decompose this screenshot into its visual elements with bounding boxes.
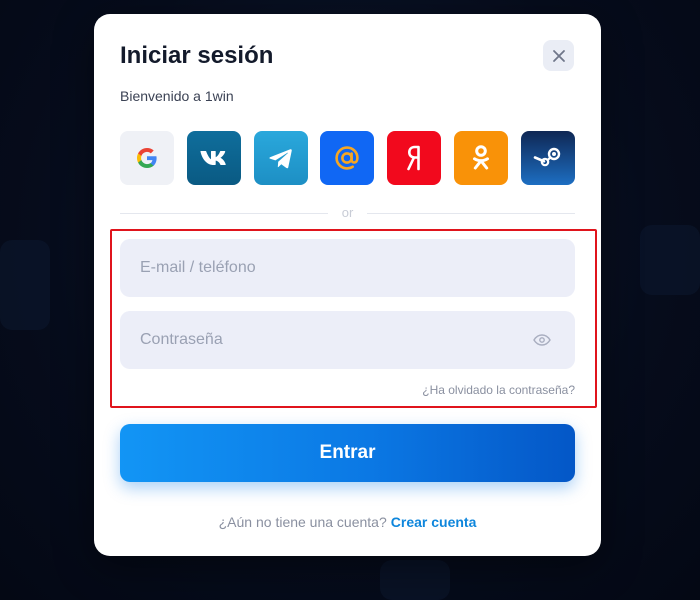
social-login-telegram[interactable] [253,131,308,185]
steam-icon [533,147,561,167]
forgot-password-link[interactable]: ¿Ha olvidado la contraseña? [422,383,575,397]
social-login-yandex[interactable] [387,131,442,185]
login-modal: Iniciar sesión Bienvenido a 1win or E-ma… [94,14,601,556]
yandex-icon [407,145,421,171]
background-shape [0,240,50,330]
email-phone-input[interactable] [120,239,575,297]
google-icon [137,148,157,168]
create-account-link[interactable]: Crear cuenta [391,514,477,530]
vk-icon [200,151,226,165]
social-login-odnoklassniki[interactable] [454,131,509,185]
close-button[interactable] [543,40,574,71]
password-input[interactable] [120,311,575,369]
at-icon [335,146,360,170]
or-divider: or [120,204,575,224]
password-visibility-toggle[interactable] [531,329,553,351]
telegram-icon [269,149,292,169]
background-shape [380,560,450,600]
register-prompt-text: ¿Aún no tiene una cuenta? [218,514,387,530]
ok-icon [473,145,490,170]
social-login-mail[interactable] [320,131,375,185]
close-icon [552,49,565,62]
register-prompt: ¿Aún no tiene una cuenta? Crear cuenta [94,514,601,530]
eye-icon [533,334,551,346]
social-login-row [120,131,575,185]
login-submit-button[interactable]: Entrar [120,424,575,482]
page-title: Iniciar sesión [120,42,274,69]
social-login-steam[interactable] [520,131,575,185]
social-login-google[interactable] [120,131,174,185]
divider-line [367,213,575,214]
welcome-subtitle: Bienvenido a 1win [120,88,234,104]
social-login-vk[interactable] [186,131,241,185]
background-shape [640,225,700,295]
